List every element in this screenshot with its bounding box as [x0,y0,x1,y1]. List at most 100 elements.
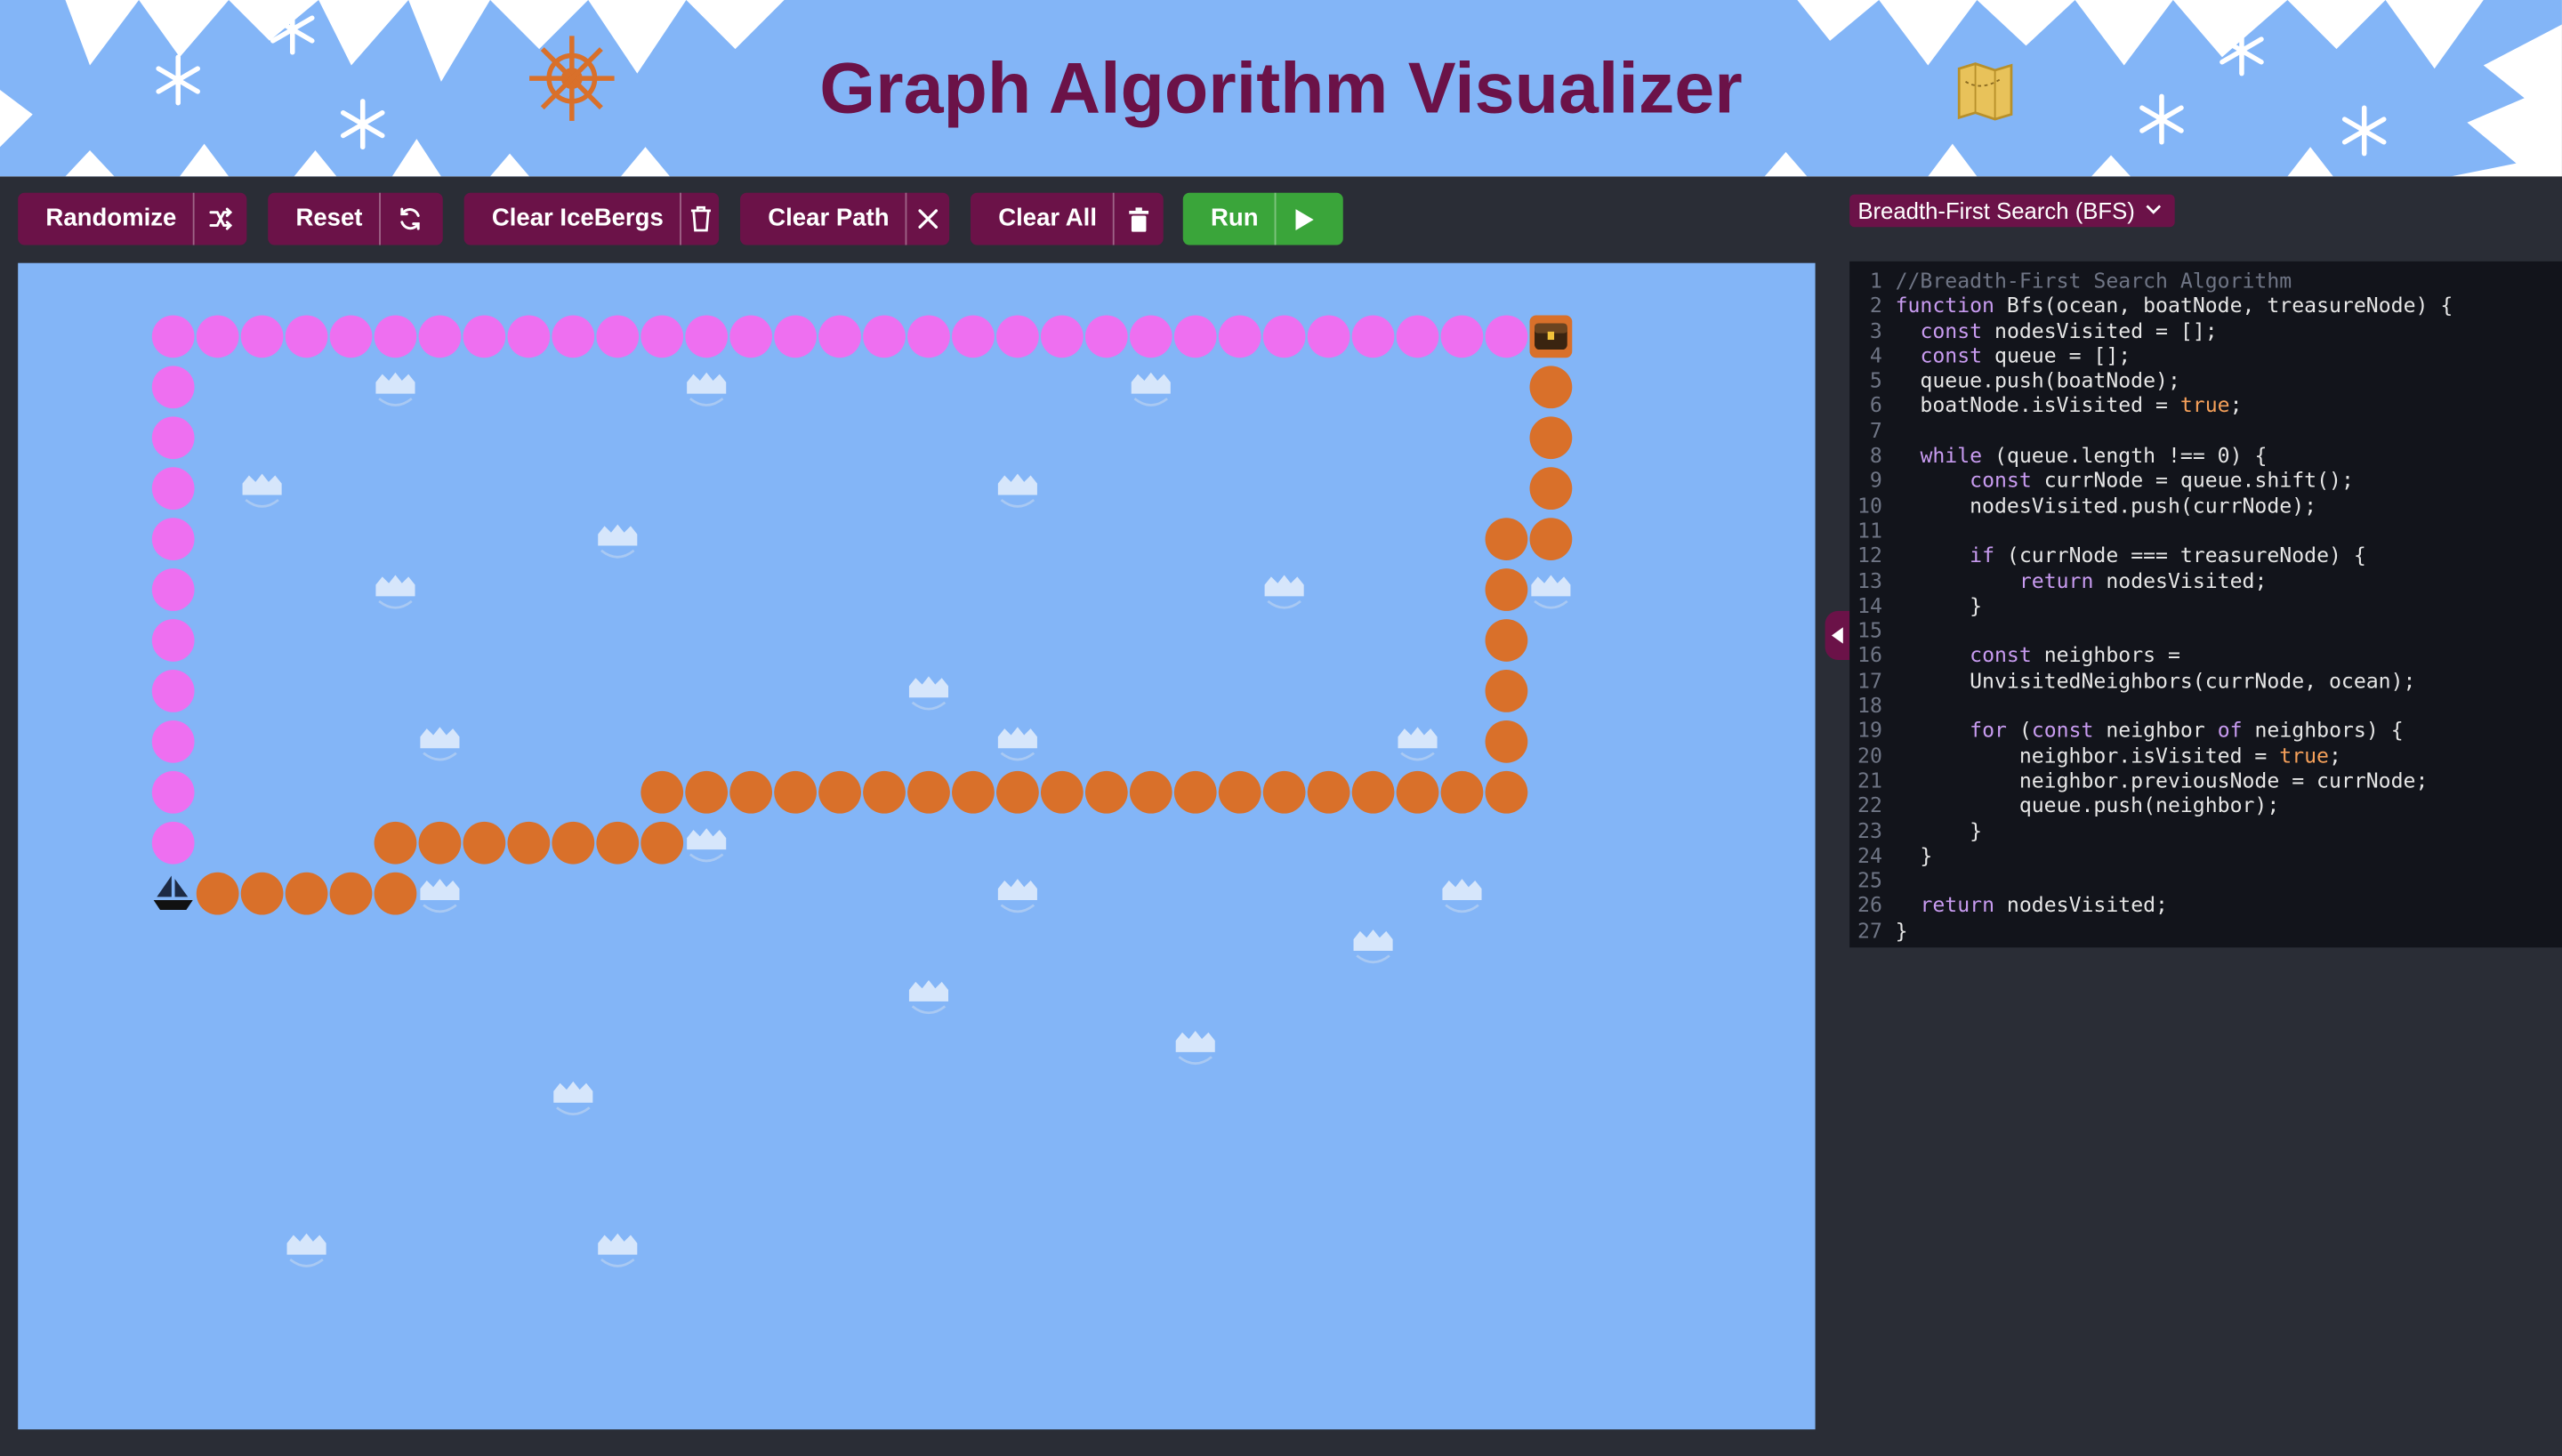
iceberg-icon[interactable] [598,1233,638,1267]
path-node[interactable] [1485,568,1528,611]
iceberg-icon[interactable] [1353,929,1393,964]
visited-node[interactable] [1218,315,1261,358]
clear-all-button[interactable]: Clear All [970,192,1164,245]
iceberg-icon[interactable] [687,372,727,406]
visited-node[interactable] [285,315,328,358]
visited-node[interactable] [552,315,595,358]
clear-path-button[interactable]: Clear Path [740,192,950,245]
path-node[interactable] [463,821,506,865]
visited-node[interactable] [240,315,284,358]
visited-node[interactable] [151,821,195,865]
visited-node[interactable] [151,416,195,460]
path-node[interactable] [729,770,773,814]
path-node[interactable] [1173,770,1217,814]
visited-node[interactable] [1173,315,1217,358]
visited-node[interactable] [151,315,195,358]
visited-node[interactable] [151,366,195,409]
visited-node[interactable] [151,568,195,611]
path-node[interactable] [1529,416,1573,460]
code-editor[interactable]: 1 //Breadth-First Search Algorithm 2 functi… [1849,261,2562,948]
boat-icon[interactable] [153,875,193,911]
iceberg-icon[interactable] [908,980,949,1015]
visited-node[interactable] [596,315,640,358]
visited-node[interactable] [1129,315,1172,358]
path-node[interactable] [329,872,373,915]
path-node[interactable] [1084,770,1128,814]
path-node[interactable] [1351,770,1395,814]
path-node[interactable] [1129,770,1172,814]
path-node[interactable] [1485,720,1528,763]
visited-node[interactable] [640,315,684,358]
visited-node[interactable] [1262,315,1306,358]
path-node[interactable] [418,821,462,865]
visited-node[interactable] [463,315,506,358]
path-node[interactable] [818,770,861,814]
iceberg-icon[interactable] [1442,879,1482,913]
visited-node[interactable] [1396,315,1439,358]
visited-node[interactable] [774,315,817,358]
iceberg-icon[interactable] [1175,1030,1215,1066]
path-node[interactable] [1485,518,1528,560]
iceberg-icon[interactable] [242,473,282,508]
path-node[interactable] [996,770,1039,814]
iceberg-icon[interactable] [1264,575,1304,609]
path-node[interactable] [1396,770,1439,814]
path-node[interactable] [1485,619,1528,662]
visited-node[interactable] [952,315,995,358]
path-node[interactable] [552,821,595,865]
path-node[interactable] [774,770,817,814]
iceberg-icon[interactable] [286,1233,326,1267]
visited-node[interactable] [374,315,417,358]
iceberg-icon[interactable] [420,879,460,913]
path-node[interactable] [1440,770,1484,814]
visited-node[interactable] [196,315,239,358]
iceberg-icon[interactable] [375,372,415,406]
iceberg-icon[interactable] [908,676,949,711]
path-node[interactable] [1529,467,1573,511]
path-node[interactable] [952,770,995,814]
randomize-button[interactable]: Randomize [18,192,247,245]
ocean-grid[interactable] [18,262,1816,1430]
iceberg-icon[interactable] [1531,575,1571,609]
visited-node[interactable] [151,518,195,560]
visited-node[interactable] [863,315,906,358]
visited-node[interactable] [1485,315,1528,358]
reset-button[interactable]: Reset [268,192,443,245]
treasure-chest-icon[interactable] [1529,315,1573,358]
path-node[interactable] [596,821,640,865]
path-node[interactable] [1218,770,1261,814]
path-node[interactable] [1307,770,1350,814]
iceberg-icon[interactable] [1398,727,1438,761]
path-node[interactable] [1485,670,1528,712]
path-node[interactable] [863,770,906,814]
path-node[interactable] [685,770,729,814]
visited-node[interactable] [1084,315,1128,358]
path-node[interactable] [1485,770,1528,814]
visited-node[interactable] [907,315,950,358]
visited-node[interactable] [1307,315,1350,358]
visited-node[interactable] [151,619,195,662]
visited-node[interactable] [151,467,195,511]
clear-icebergs-button[interactable]: Clear IceBergs [463,192,720,245]
visited-node[interactable] [418,315,462,358]
path-node[interactable] [640,770,684,814]
algorithm-select[interactable]: Breadth-First Search (BFS) [1849,194,2175,228]
iceberg-icon[interactable] [997,727,1037,761]
visited-node[interactable] [329,315,373,358]
path-node[interactable] [507,821,551,865]
visited-node[interactable] [996,315,1039,358]
visited-node[interactable] [151,770,195,814]
path-node[interactable] [1040,770,1084,814]
visited-node[interactable] [151,670,195,712]
iceberg-icon[interactable] [375,575,415,609]
iceberg-icon[interactable] [1131,372,1171,406]
iceberg-icon[interactable] [997,473,1037,508]
path-node[interactable] [907,770,950,814]
visited-node[interactable] [729,315,773,358]
path-node[interactable] [1529,518,1573,560]
run-button[interactable]: Run [1182,192,1343,245]
path-node[interactable] [1262,770,1306,814]
visited-node[interactable] [1440,315,1484,358]
visited-node[interactable] [685,315,729,358]
path-node[interactable] [196,872,239,915]
